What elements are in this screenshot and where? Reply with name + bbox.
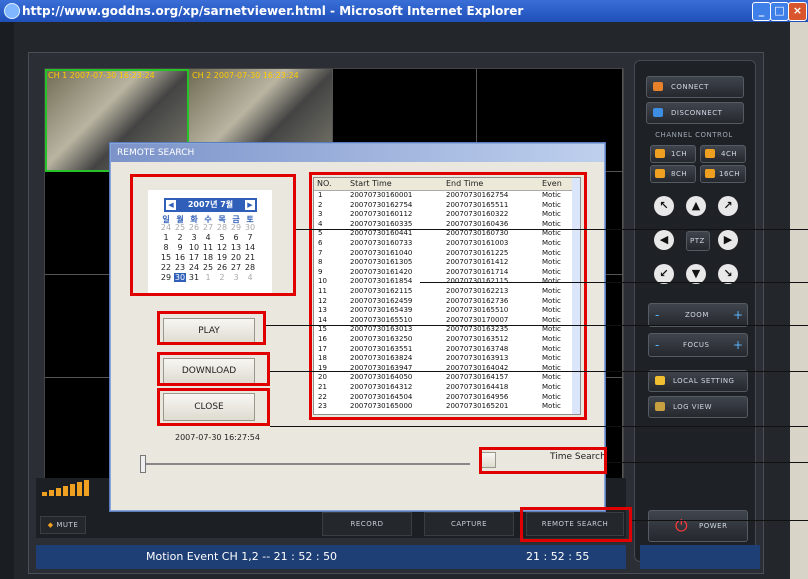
callout-line — [420, 282, 808, 283]
highlight-play — [157, 311, 266, 345]
ptz-left-icon[interactable]: ◀ — [654, 230, 674, 250]
ch16-label: 16CH — [719, 170, 741, 178]
ch1-button[interactable]: 1CH — [650, 145, 696, 163]
camera-label: CH 2 2007-07-30 16:23:24 — [192, 71, 299, 80]
camera-label: CH 1 2007-07-30 16:23:24 — [48, 71, 155, 80]
browser-window: http://www.goddns.org/xp/sarnetviewer.ht… — [0, 0, 808, 579]
volume-meter — [42, 480, 90, 496]
sixteen-view-icon — [705, 169, 715, 178]
quad-view-icon — [705, 149, 715, 158]
close-window-button[interactable]: × — [788, 2, 807, 21]
time-slider-thumb[interactable] — [140, 455, 146, 473]
log-view-button[interactable]: LOG VIEW — [648, 396, 748, 418]
ptz-right-icon[interactable]: ▶ — [718, 230, 738, 250]
ch16-button[interactable]: 16CH — [700, 165, 746, 183]
record-label: RECORD — [350, 520, 384, 528]
ptz-up-icon[interactable]: ▲ — [686, 196, 706, 216]
status-message: Motion Event CH 1,2 -- 21 : 52 : 50 — [146, 550, 338, 563]
ptz-up-left-icon[interactable]: ↖ — [654, 196, 674, 216]
channel-control-title: CHANNEL CONTROL — [655, 131, 733, 139]
connect-icon — [653, 82, 663, 91]
mute-label: MUTE — [56, 521, 79, 529]
eight-view-icon — [655, 169, 665, 178]
speaker-icon: ◆ — [47, 521, 54, 529]
callout-line — [607, 462, 808, 463]
connect-button[interactable]: CONNECT — [646, 76, 744, 98]
callout-line — [296, 229, 808, 230]
maximize-button[interactable]: □ — [770, 2, 789, 21]
minimize-button[interactable]: _ — [752, 2, 771, 21]
time-slider-track — [140, 463, 470, 465]
zoom-in-icon[interactable]: + — [733, 308, 744, 322]
highlight-calendar — [130, 174, 296, 296]
disconnect-label: DISCONNECT — [671, 109, 723, 117]
capture-label: CAPTURE — [450, 520, 488, 528]
ch8-label: 8CH — [671, 170, 688, 178]
mute-button[interactable]: ◆ MUTE — [40, 516, 86, 534]
ie-icon — [4, 3, 20, 19]
callout-line — [270, 371, 808, 372]
highlight-close — [157, 388, 270, 426]
highlight-event-list — [309, 172, 587, 420]
title-bar: http://www.goddns.org/xp/sarnetviewer.ht… — [0, 0, 808, 22]
local-setting-button[interactable]: LOCAL SETTING — [648, 370, 748, 392]
local-setting-label: LOCAL SETTING — [673, 377, 735, 385]
callout-line — [632, 520, 808, 521]
ptz-up-right-icon[interactable]: ↗ — [718, 196, 738, 216]
dialog-title: REMOTE SEARCH — [111, 144, 604, 162]
log-icon — [655, 402, 665, 411]
ptz-down-icon[interactable]: ▼ — [686, 264, 706, 284]
ptz-label: PTZ — [690, 237, 705, 245]
dialog-datetime: 2007-07-30 16:27:54 — [175, 433, 260, 442]
power-button[interactable]: ⏻ POWER — [648, 510, 748, 542]
status-bar: Motion Event CH 1,2 -- 21 : 52 : 50 21 :… — [36, 545, 626, 569]
power-icon: ⏻ — [675, 516, 689, 535]
status-time: 21 : 52 : 55 — [526, 550, 590, 563]
ch1-label: 1CH — [671, 150, 688, 158]
ptz-down-right-icon[interactable]: ↘ — [718, 264, 738, 284]
ptz-down-left-icon[interactable]: ↙ — [654, 264, 674, 284]
focus-near-icon[interactable]: - — [655, 338, 660, 352]
zoom-label: ZOOM — [685, 311, 709, 319]
ch4-label: 4CH — [721, 150, 738, 158]
callout-line — [270, 426, 808, 427]
zoom-out-icon[interactable]: - — [655, 308, 660, 322]
focus-control: - FOCUS + — [648, 333, 748, 357]
window-title: http://www.goddns.org/xp/sarnetviewer.ht… — [22, 4, 524, 18]
record-button[interactable]: RECORD — [322, 512, 412, 536]
wrench-icon — [655, 376, 665, 385]
highlight-time-search — [479, 447, 607, 474]
status-bar-right — [640, 545, 760, 569]
browser-side-strip — [790, 22, 808, 579]
connect-label: CONNECT — [671, 83, 709, 91]
ch4-button[interactable]: 4CH — [700, 145, 746, 163]
log-view-label: LOG VIEW — [673, 403, 713, 411]
zoom-control: - ZOOM + — [648, 303, 748, 327]
focus-label: FOCUS — [683, 341, 710, 349]
ptz-center: PTZ — [686, 231, 710, 251]
power-label: POWER — [699, 522, 728, 530]
disconnect-button[interactable]: DISCONNECT — [646, 102, 744, 124]
callout-line — [266, 325, 808, 326]
capture-button[interactable]: CAPTURE — [424, 512, 514, 536]
ch8-button[interactable]: 8CH — [650, 165, 696, 183]
highlight-download — [157, 352, 270, 386]
disconnect-icon — [653, 108, 663, 117]
focus-far-icon[interactable]: + — [733, 338, 744, 352]
highlight-remote-search — [520, 507, 632, 542]
single-view-icon — [655, 149, 665, 158]
